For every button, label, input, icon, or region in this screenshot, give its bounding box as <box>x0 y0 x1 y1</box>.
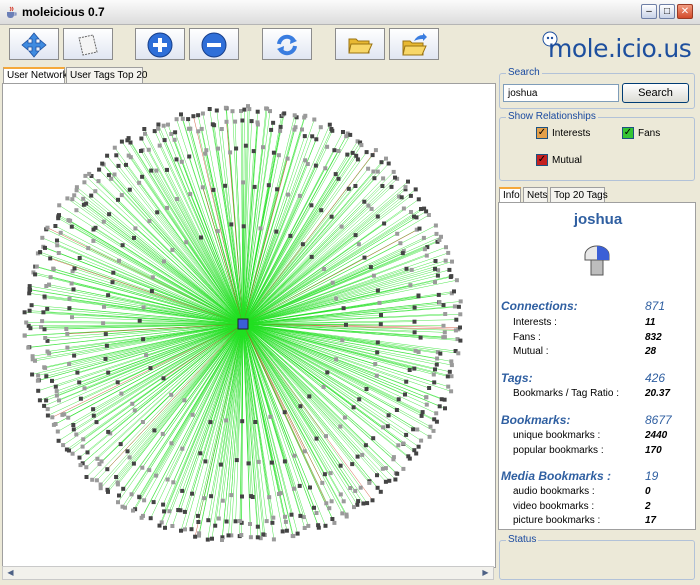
bookmarks-value: 8677 <box>645 413 672 427</box>
interests-checkbox[interactable]: ✓ <box>536 127 548 139</box>
folder-open-icon <box>348 38 373 54</box>
tab-nets[interactable]: Nets <box>523 187 548 202</box>
tags-label: Tags: <box>501 371 533 385</box>
network-tabs: User Network User Tags Top 20 <box>3 67 147 83</box>
java-cup-icon <box>7 6 17 18</box>
video-bookmarks-label: video bookmarks : <box>513 501 595 512</box>
close-button[interactable]: ✕ <box>677 4 693 19</box>
connections-label: Connections: <box>501 299 578 313</box>
folder-export-icon <box>402 33 427 56</box>
interests-label: Interests <box>552 128 591 139</box>
connections-value: 871 <box>645 299 666 313</box>
popular-bookmarks-label: popular bookmarks : <box>513 445 604 456</box>
plus-icon <box>147 32 173 58</box>
mutual-count-value: 28 <box>645 346 657 357</box>
move-arrows-icon <box>21 32 47 58</box>
tab-info[interactable]: Info <box>499 187 521 202</box>
search-input[interactable]: joshua <box>503 84 619 102</box>
minimize-button[interactable]: – <box>641 4 657 19</box>
search-button[interactable]: Search <box>622 83 689 103</box>
scroll-left-arrow-icon[interactable]: ◀ <box>4 567 17 579</box>
horizontal-scrollbar[interactable]: ◀ ▶ <box>2 566 494 580</box>
mutual-label: Mutual <box>552 155 583 166</box>
mutual-count-label: Mutual : <box>513 346 549 357</box>
tab-top-20-tags[interactable]: Top 20 Tags <box>550 187 608 202</box>
window-title: moleicious 0.7 <box>22 5 105 19</box>
save-folder-button[interactable] <box>389 28 439 60</box>
mutual-checkbox[interactable]: ✓ <box>536 154 548 166</box>
network-graph[interactable] <box>3 84 495 567</box>
center-user-node[interactable] <box>237 318 249 330</box>
select-paper-icon <box>78 34 98 56</box>
tag-ratio-value: 20.37 <box>645 388 671 399</box>
app-logo: mole.icio.us <box>540 30 695 66</box>
picture-bookmarks-label: picture bookmarks : <box>513 515 601 526</box>
refresh-icon <box>277 34 297 56</box>
refresh-button[interactable] <box>262 28 312 60</box>
open-folder-button[interactable] <box>335 28 385 60</box>
user-avatar-icon <box>584 245 610 276</box>
title-bar: moleicious 0.7 – □ ✕ <box>0 0 700 25</box>
fans-count-label: Fans : <box>513 332 541 343</box>
video-bookmarks-value: 2 <box>645 501 651 512</box>
username-title: joshua <box>573 211 623 228</box>
picture-bookmarks-value: 17 <box>645 515 657 526</box>
info-panel: joshua Connections: 871 Interests : 11 F… <box>498 202 696 530</box>
zoom-out-button[interactable] <box>189 28 239 60</box>
logo-text: mole.icio.us <box>548 34 692 63</box>
fans-count-value: 832 <box>645 332 662 343</box>
unique-bookmarks-value: 2440 <box>645 430 668 441</box>
media-bookmarks-value: 19 <box>645 469 659 483</box>
audio-bookmarks-label: audio bookmarks : <box>513 486 595 497</box>
fans-checkbox[interactable]: ✓ <box>622 127 634 139</box>
move-tool-button[interactable] <box>9 28 59 60</box>
bookmarks-label: Bookmarks: <box>501 413 571 427</box>
tab-user-network[interactable]: User Network <box>3 67 68 83</box>
tags-value: 426 <box>645 371 666 385</box>
scroll-right-arrow-icon[interactable]: ▶ <box>479 567 492 579</box>
media-bookmarks-label: Media Bookmarks : <box>501 469 612 483</box>
relationships-group: Show Relationships <box>499 111 695 181</box>
minus-icon <box>201 32 227 58</box>
info-tabs: Info Nets Top 20 Tags <box>499 187 609 202</box>
fans-label: Fans <box>638 128 661 139</box>
status-legend: Status <box>506 534 539 545</box>
select-tool-button[interactable] <box>63 28 113 60</box>
interests-count-value: 11 <box>645 317 656 328</box>
status-group: Status <box>499 534 695 580</box>
search-legend: Search <box>506 67 542 78</box>
interests-count-label: Interests : <box>513 317 557 328</box>
tag-ratio-label: Bookmarks / Tag Ratio : <box>513 388 619 399</box>
network-graph-panel[interactable] <box>2 83 496 568</box>
tab-user-tags-top-20[interactable]: User Tags Top 20 <box>66 67 147 83</box>
relationships-legend: Show Relationships <box>506 111 598 122</box>
unique-bookmarks-label: unique bookmarks : <box>513 430 601 441</box>
popular-bookmarks-value: 170 <box>645 445 662 456</box>
zoom-in-button[interactable] <box>135 28 185 60</box>
maximize-button[interactable]: □ <box>659 4 675 19</box>
audio-bookmarks-value: 0 <box>645 486 651 497</box>
